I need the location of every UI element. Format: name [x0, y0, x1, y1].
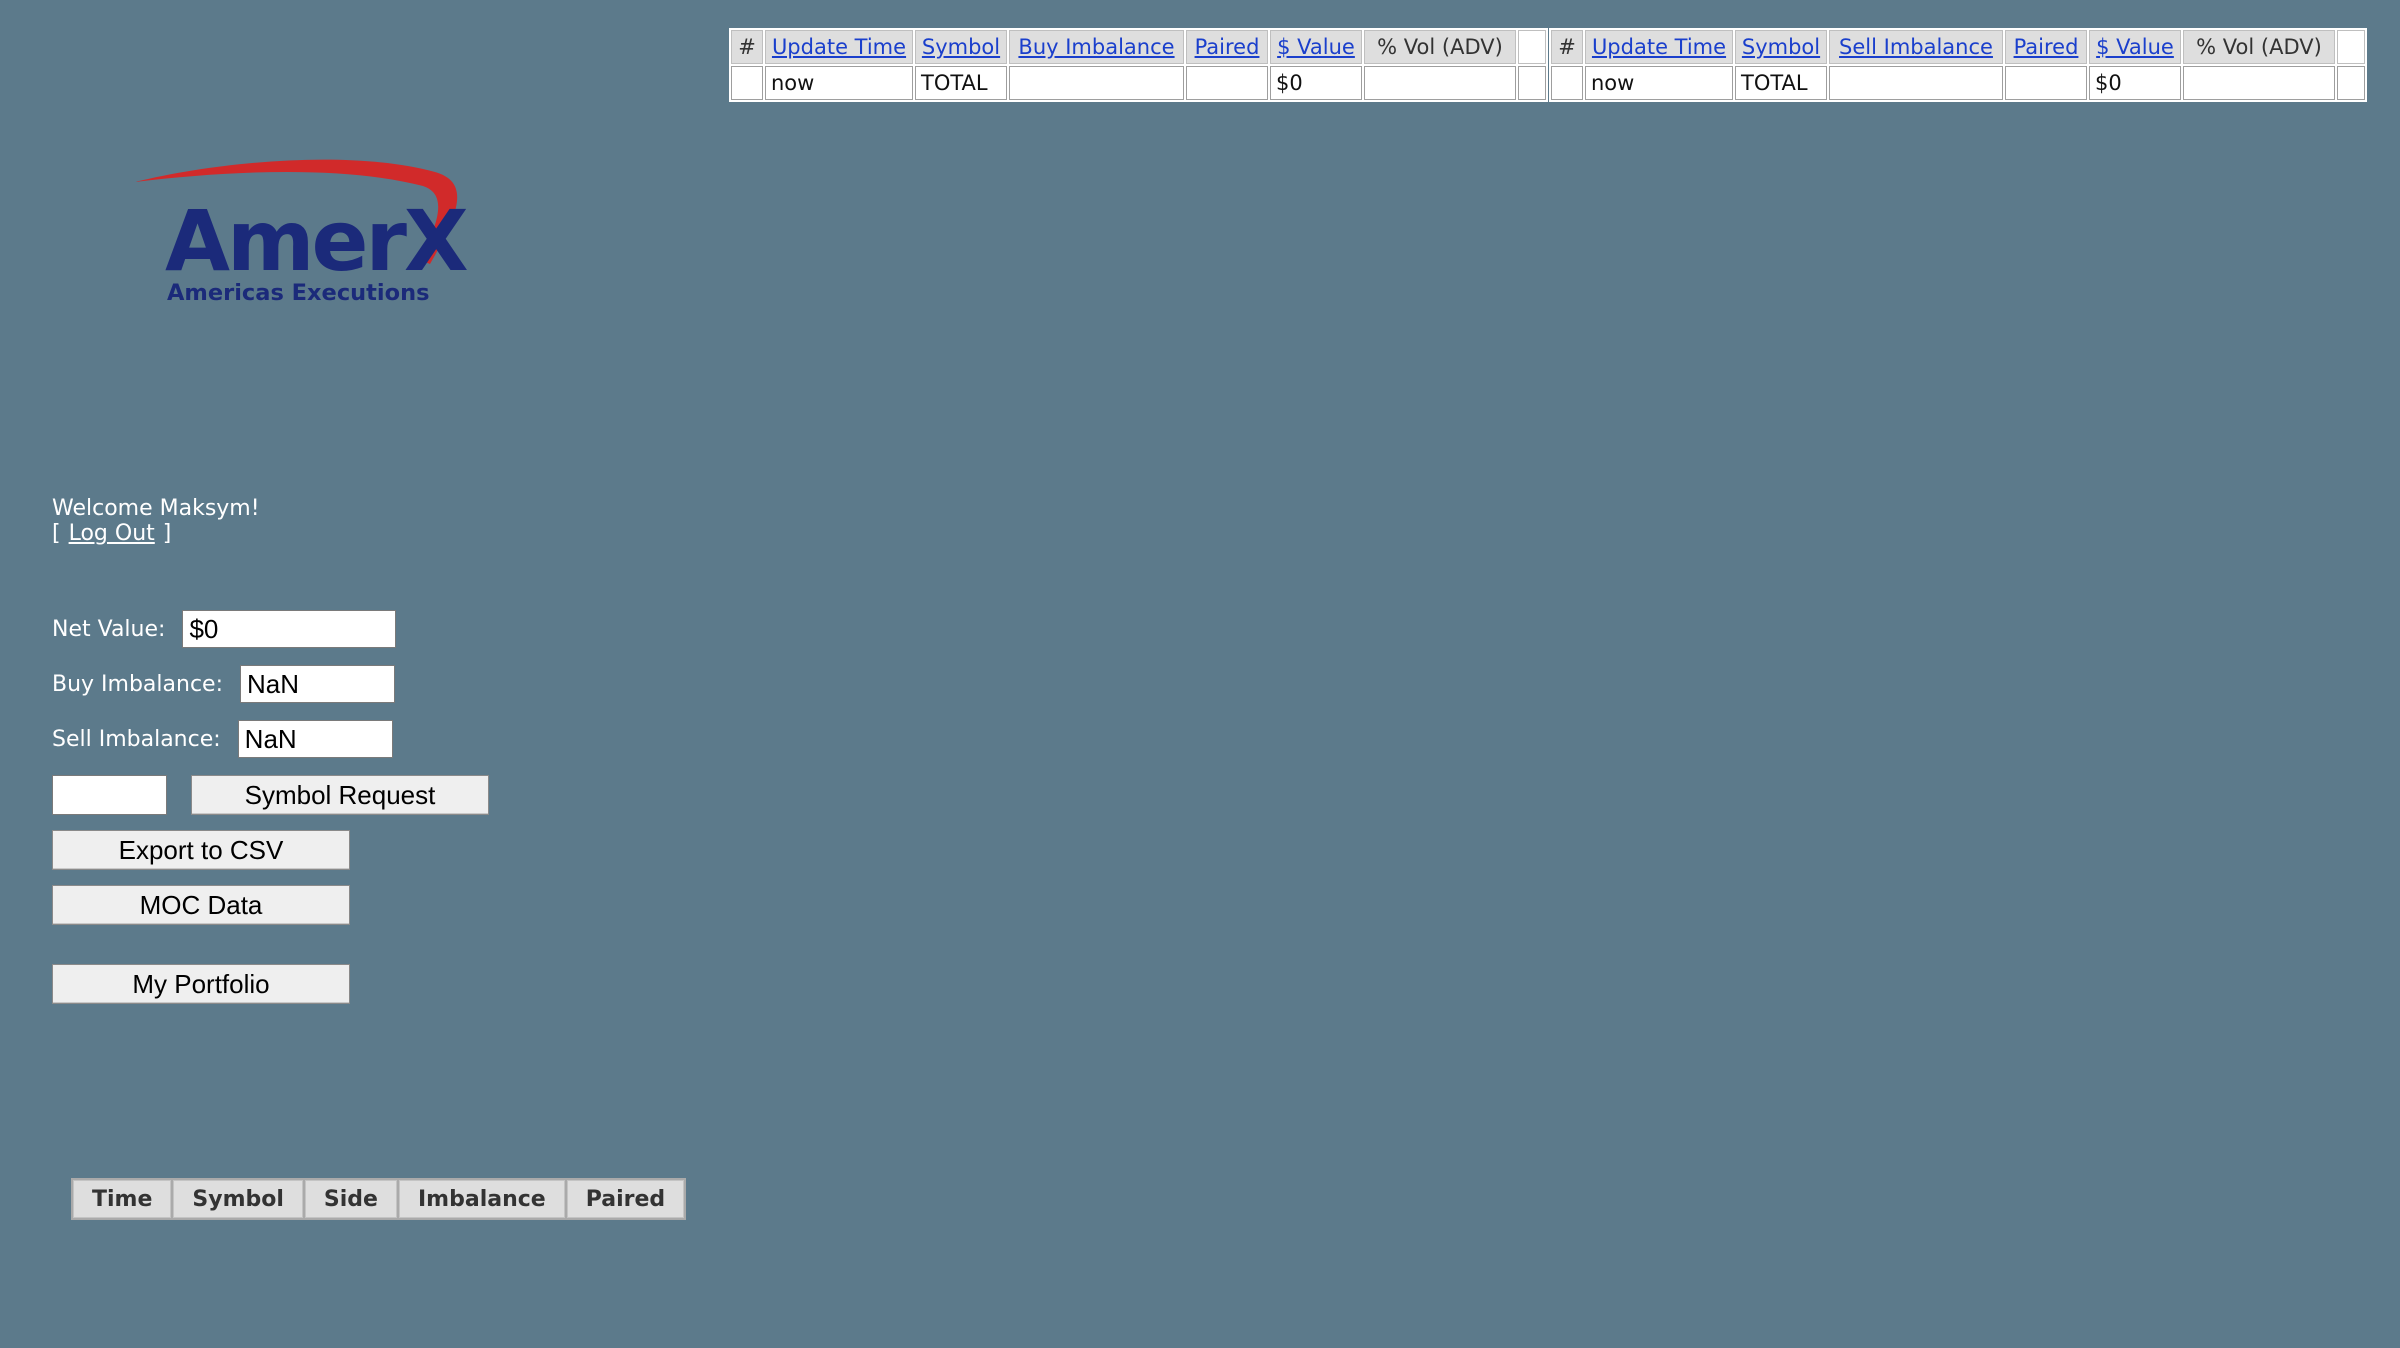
sell-imbalance-row: Sell Imbalance: [52, 720, 393, 758]
sort-dollar-value-link[interactable]: $ Value [1277, 35, 1355, 59]
logo-tagline: Americas Executions [167, 280, 430, 306]
logout-line: [ Log Out] [52, 521, 652, 546]
buy-table-header-row: # Update Time Symbol Buy Imbalance Paire… [731, 30, 1546, 64]
col-blank [1518, 30, 1546, 64]
col-symbol: Symbol [173, 1180, 303, 1218]
table-row: now TOTAL $0 [1551, 66, 2365, 100]
recent-table-header-row: Time Symbol Side Imbalance Paired [73, 1180, 685, 1218]
buy-imbalance-table: # Update Time Symbol Buy Imbalance Paire… [729, 28, 1548, 102]
cell-paired [1186, 66, 1268, 100]
cell-paired [2005, 66, 2087, 100]
cell-blank [2337, 66, 2365, 100]
cell-dollar-value: $0 [1270, 66, 1362, 100]
sort-paired-link[interactable]: Paired [1195, 35, 1260, 59]
col-sell-imbalance[interactable]: Sell Imbalance [1829, 30, 2003, 64]
col-paired: Paired [566, 1180, 685, 1218]
cell-update-time: now [765, 66, 913, 100]
cell-index [1551, 66, 1583, 100]
sort-buy-imbalance-link[interactable]: Buy Imbalance [1018, 35, 1174, 59]
cell-symbol: TOTAL [915, 66, 1007, 100]
cell-pct-vol-adv [2183, 66, 2335, 100]
net-value-field[interactable] [182, 610, 397, 648]
net-value-label: Net Value: [52, 616, 166, 642]
sort-update-time-link[interactable]: Update Time [772, 35, 906, 59]
sort-sell-imbalance-link[interactable]: Sell Imbalance [1839, 35, 1993, 59]
col-dollar-value[interactable]: $ Value [2089, 30, 2181, 64]
cell-blank [1518, 66, 1546, 100]
sell-imbalance-label: Sell Imbalance: [52, 726, 221, 752]
col-index: # [1551, 30, 1583, 64]
col-paired[interactable]: Paired [1186, 30, 1268, 64]
my-portfolio-button[interactable]: My Portfolio [52, 964, 350, 1004]
cell-symbol: TOTAL [1735, 66, 1827, 100]
sell-table-header-row: # Update Time Symbol Sell Imbalance Pair… [1551, 30, 2365, 64]
sell-imbalance-table: # Update Time Symbol Sell Imbalance Pair… [1549, 28, 2367, 102]
col-pct-vol-adv: % Vol (ADV) [2183, 30, 2335, 64]
sort-symbol-link[interactable]: Symbol [922, 35, 1000, 59]
sort-symbol-link[interactable]: Symbol [1742, 35, 1820, 59]
col-update-time[interactable]: Update Time [765, 30, 913, 64]
welcome-message: Welcome Maksym! [52, 496, 260, 521]
buy-imbalance-field[interactable] [240, 665, 395, 703]
logout-bracket-close: ] [162, 521, 172, 546]
cell-buy-imbalance [1009, 66, 1184, 100]
logout-link[interactable]: Log Out [69, 521, 155, 546]
col-blank [2337, 30, 2365, 64]
moc-data-button[interactable]: MOC Data [52, 885, 350, 925]
col-paired[interactable]: Paired [2005, 30, 2087, 64]
cell-dollar-value: $0 [2089, 66, 2181, 100]
col-update-time[interactable]: Update Time [1585, 30, 1733, 64]
sort-update-time-link[interactable]: Update Time [1592, 35, 1726, 59]
sell-imbalance-field[interactable] [237, 720, 393, 758]
net-value-row: Net Value: [52, 610, 397, 648]
table-row: now TOTAL $0 [731, 66, 1546, 100]
amerx-logo: AmerX Americas Executions [135, 152, 475, 312]
col-side: Side [304, 1180, 397, 1218]
logout-bracket-open: [ [52, 521, 61, 546]
col-symbol[interactable]: Symbol [1735, 30, 1827, 64]
col-buy-imbalance[interactable]: Buy Imbalance [1009, 30, 1184, 64]
recent-imbalance-table: Time Symbol Side Imbalance Paired [71, 1178, 687, 1220]
cell-sell-imbalance [1829, 66, 2003, 100]
export-csv-button[interactable]: Export to CSV [52, 830, 350, 870]
col-index: # [731, 30, 763, 64]
buy-imbalance-row: Buy Imbalance: [52, 665, 395, 703]
col-imbalance: Imbalance [398, 1180, 565, 1218]
col-dollar-value[interactable]: $ Value [1270, 30, 1362, 64]
cell-index [731, 66, 763, 100]
col-symbol[interactable]: Symbol [915, 30, 1007, 64]
logo-wordmark: AmerX [165, 192, 468, 290]
cell-update-time: now [1585, 66, 1733, 100]
sort-paired-link[interactable]: Paired [2014, 35, 2079, 59]
col-pct-vol-adv: % Vol (ADV) [1364, 30, 1516, 64]
cell-pct-vol-adv [1364, 66, 1516, 100]
sort-dollar-value-link[interactable]: $ Value [2096, 35, 2174, 59]
col-time: Time [73, 1180, 172, 1218]
left-panel: Welcome Maksym! [ Log Out] Net Value: Buy… [52, 496, 652, 1004]
buy-imbalance-label: Buy Imbalance: [52, 671, 223, 697]
symbol-input[interactable] [52, 775, 167, 815]
symbol-request-button[interactable]: Symbol Request [191, 775, 489, 815]
